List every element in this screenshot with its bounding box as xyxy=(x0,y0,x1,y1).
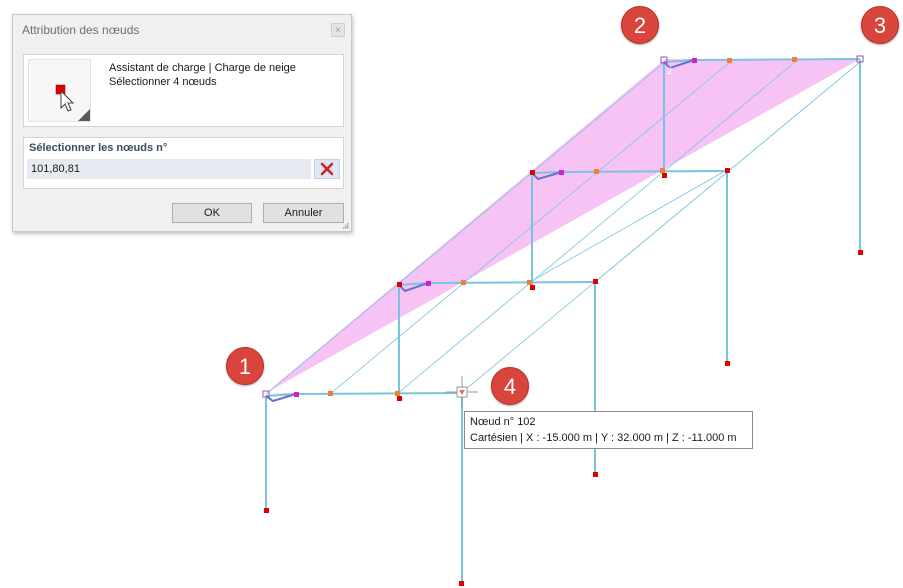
crosshair-cursor-icon xyxy=(446,376,478,408)
node-info-tooltip: Nœud n° 102 Cartésien | X : -15.000 m | … xyxy=(464,411,753,449)
cancel-button[interactable]: Annuler xyxy=(263,203,344,223)
resize-grip-icon[interactable] xyxy=(341,221,349,229)
info-line-wizard: Assistant de charge | Charge de neige xyxy=(109,62,296,74)
callout-2: 2 xyxy=(621,6,659,44)
dialog-title: Attribution des nœuds xyxy=(22,23,140,37)
tooltip-coordinates: Cartésien | X : -15.000 m | Y : 32.000 m… xyxy=(470,432,737,444)
info-panel: Assistant de charge | Charge de neige Sé… xyxy=(23,54,344,127)
selection-label: Sélectionner les nœuds n° xyxy=(29,142,168,154)
callout-3: 3 xyxy=(861,6,899,44)
info-text: Assistant de charge | Charge de neige Sé… xyxy=(109,61,296,89)
longitudinal-members xyxy=(265,61,861,395)
tooltip-node-number: Nœud n° 102 xyxy=(470,416,536,428)
red-x-icon xyxy=(320,162,334,176)
node-selection-input[interactable] xyxy=(27,159,311,179)
clear-selection-button[interactable] xyxy=(314,159,340,179)
nodes-red[interactable] xyxy=(264,168,863,586)
callout-1: 1 xyxy=(226,347,264,385)
info-line-instruction: Sélectionner 4 nœuds xyxy=(109,76,217,88)
selection-panel: Sélectionner les nœuds n° xyxy=(23,137,344,189)
snow-load-area xyxy=(266,59,860,393)
close-button[interactable]: × xyxy=(331,23,345,37)
frame-beams xyxy=(265,58,861,397)
node-label: 2 xyxy=(667,66,672,76)
node-select-cursor-icon xyxy=(28,59,91,122)
callout-4: 4 xyxy=(491,367,529,405)
ok-button[interactable]: OK xyxy=(172,203,252,223)
node-assignment-dialog: Attribution des nœuds × Assistant de cha… xyxy=(12,14,352,232)
